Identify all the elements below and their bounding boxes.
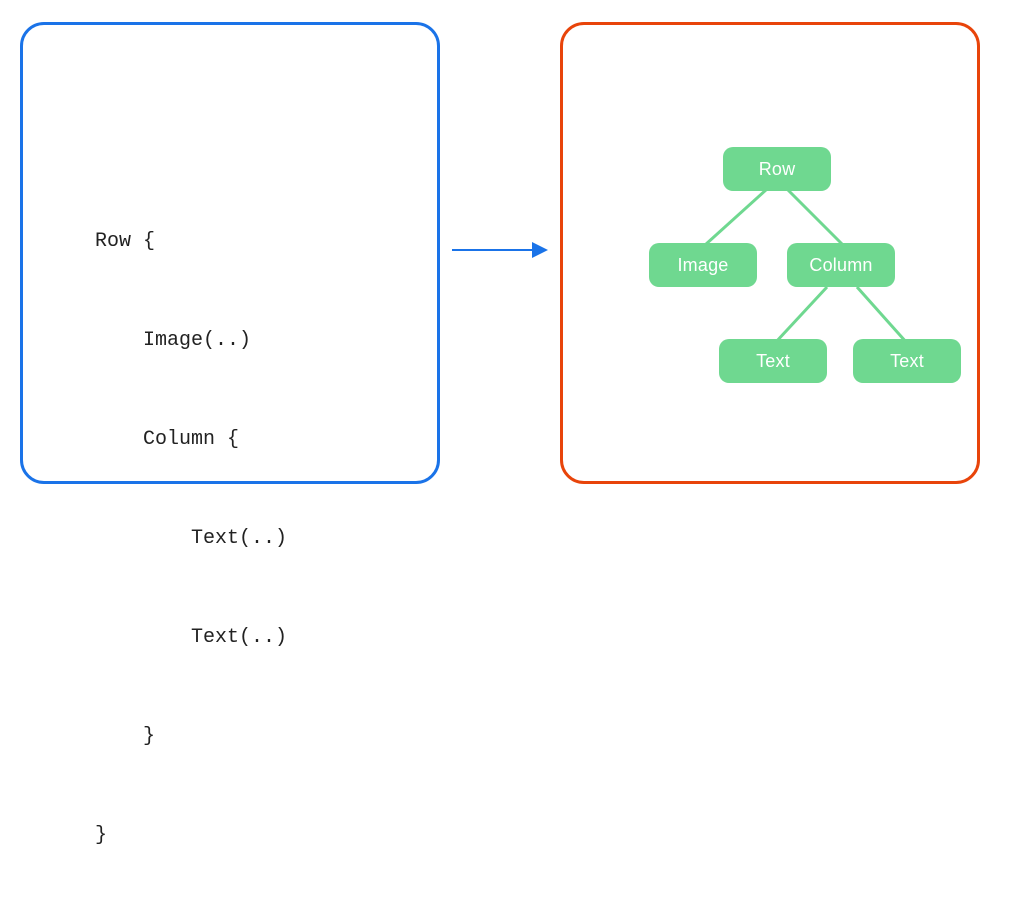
code-line: } bbox=[95, 720, 287, 753]
tree-node-column: Column bbox=[787, 243, 895, 287]
code-line: Row { bbox=[95, 225, 287, 258]
arrow-icon bbox=[452, 238, 548, 262]
tree-node-image: Image bbox=[649, 243, 757, 287]
code-line: } bbox=[95, 819, 287, 852]
tree-node-text-1: Text bbox=[719, 339, 827, 383]
code-line: Column { bbox=[95, 423, 287, 456]
code-line: Text(..) bbox=[95, 522, 287, 555]
tree-node-text-2: Text bbox=[853, 339, 961, 383]
code-panel: Row { Image(..) Column { Text(..) Text(.… bbox=[20, 22, 440, 484]
tree-edges bbox=[563, 25, 983, 487]
code-line: Text(..) bbox=[95, 621, 287, 654]
code-line: Image(..) bbox=[95, 324, 287, 357]
tree-node-root: Row bbox=[723, 147, 831, 191]
tree-panel: Row Image Column Text Text bbox=[560, 22, 980, 484]
code-block: Row { Image(..) Column { Text(..) Text(.… bbox=[95, 159, 287, 918]
tree-diagram: Row Image Column Text Text bbox=[563, 25, 983, 487]
